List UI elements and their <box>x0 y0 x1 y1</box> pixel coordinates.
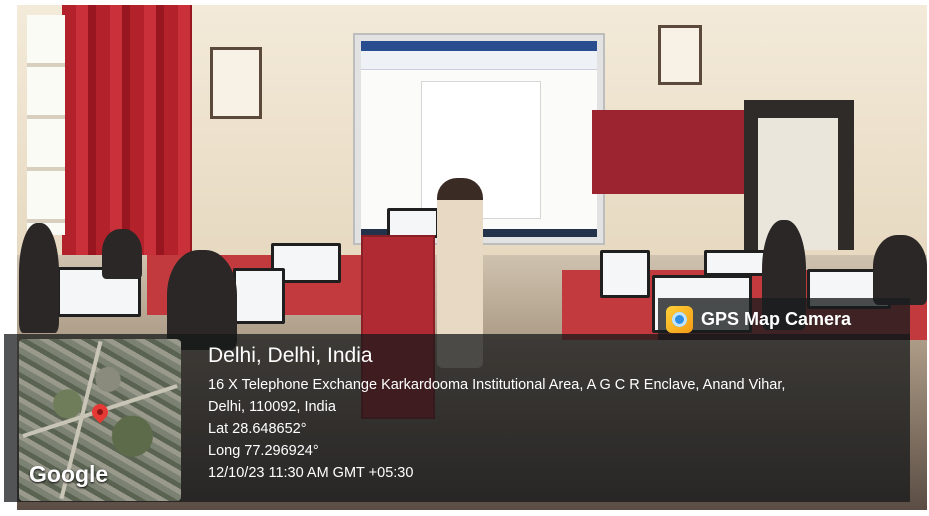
address-line-2: Delhi, 110092, India <box>208 399 336 415</box>
projected-titlebar <box>361 41 597 51</box>
wall-portrait <box>658 25 702 85</box>
location-details: Delhi, Delhi, India 16 X Telephone Excha… <box>208 344 785 484</box>
window <box>27 15 65 235</box>
red-curtain <box>62 5 192 255</box>
timestamp: 12/10/23 11:30 AM GMT +05:30 <box>208 465 414 481</box>
student <box>19 223 59 333</box>
map-brand: Google <box>29 461 109 487</box>
laptop <box>387 208 439 238</box>
student <box>102 229 142 279</box>
longitude: Long 77.296924° <box>208 443 319 459</box>
monitor <box>600 250 650 298</box>
wall-certificate <box>210 47 262 119</box>
address-line-1: 16 X Telephone Exchange Karkardooma Inst… <box>208 377 786 393</box>
notice-board <box>592 110 744 194</box>
city-title: Delhi, Delhi, India <box>208 344 373 367</box>
monitor <box>704 250 770 276</box>
app-name: GPS Map Camera <box>701 308 852 329</box>
monitor <box>233 268 285 324</box>
student <box>873 235 927 305</box>
projected-ribbon <box>361 51 597 70</box>
camera-globe-icon <box>666 305 693 333</box>
server-room-door <box>744 100 854 250</box>
latitude: Lat 28.648652° <box>208 421 307 437</box>
